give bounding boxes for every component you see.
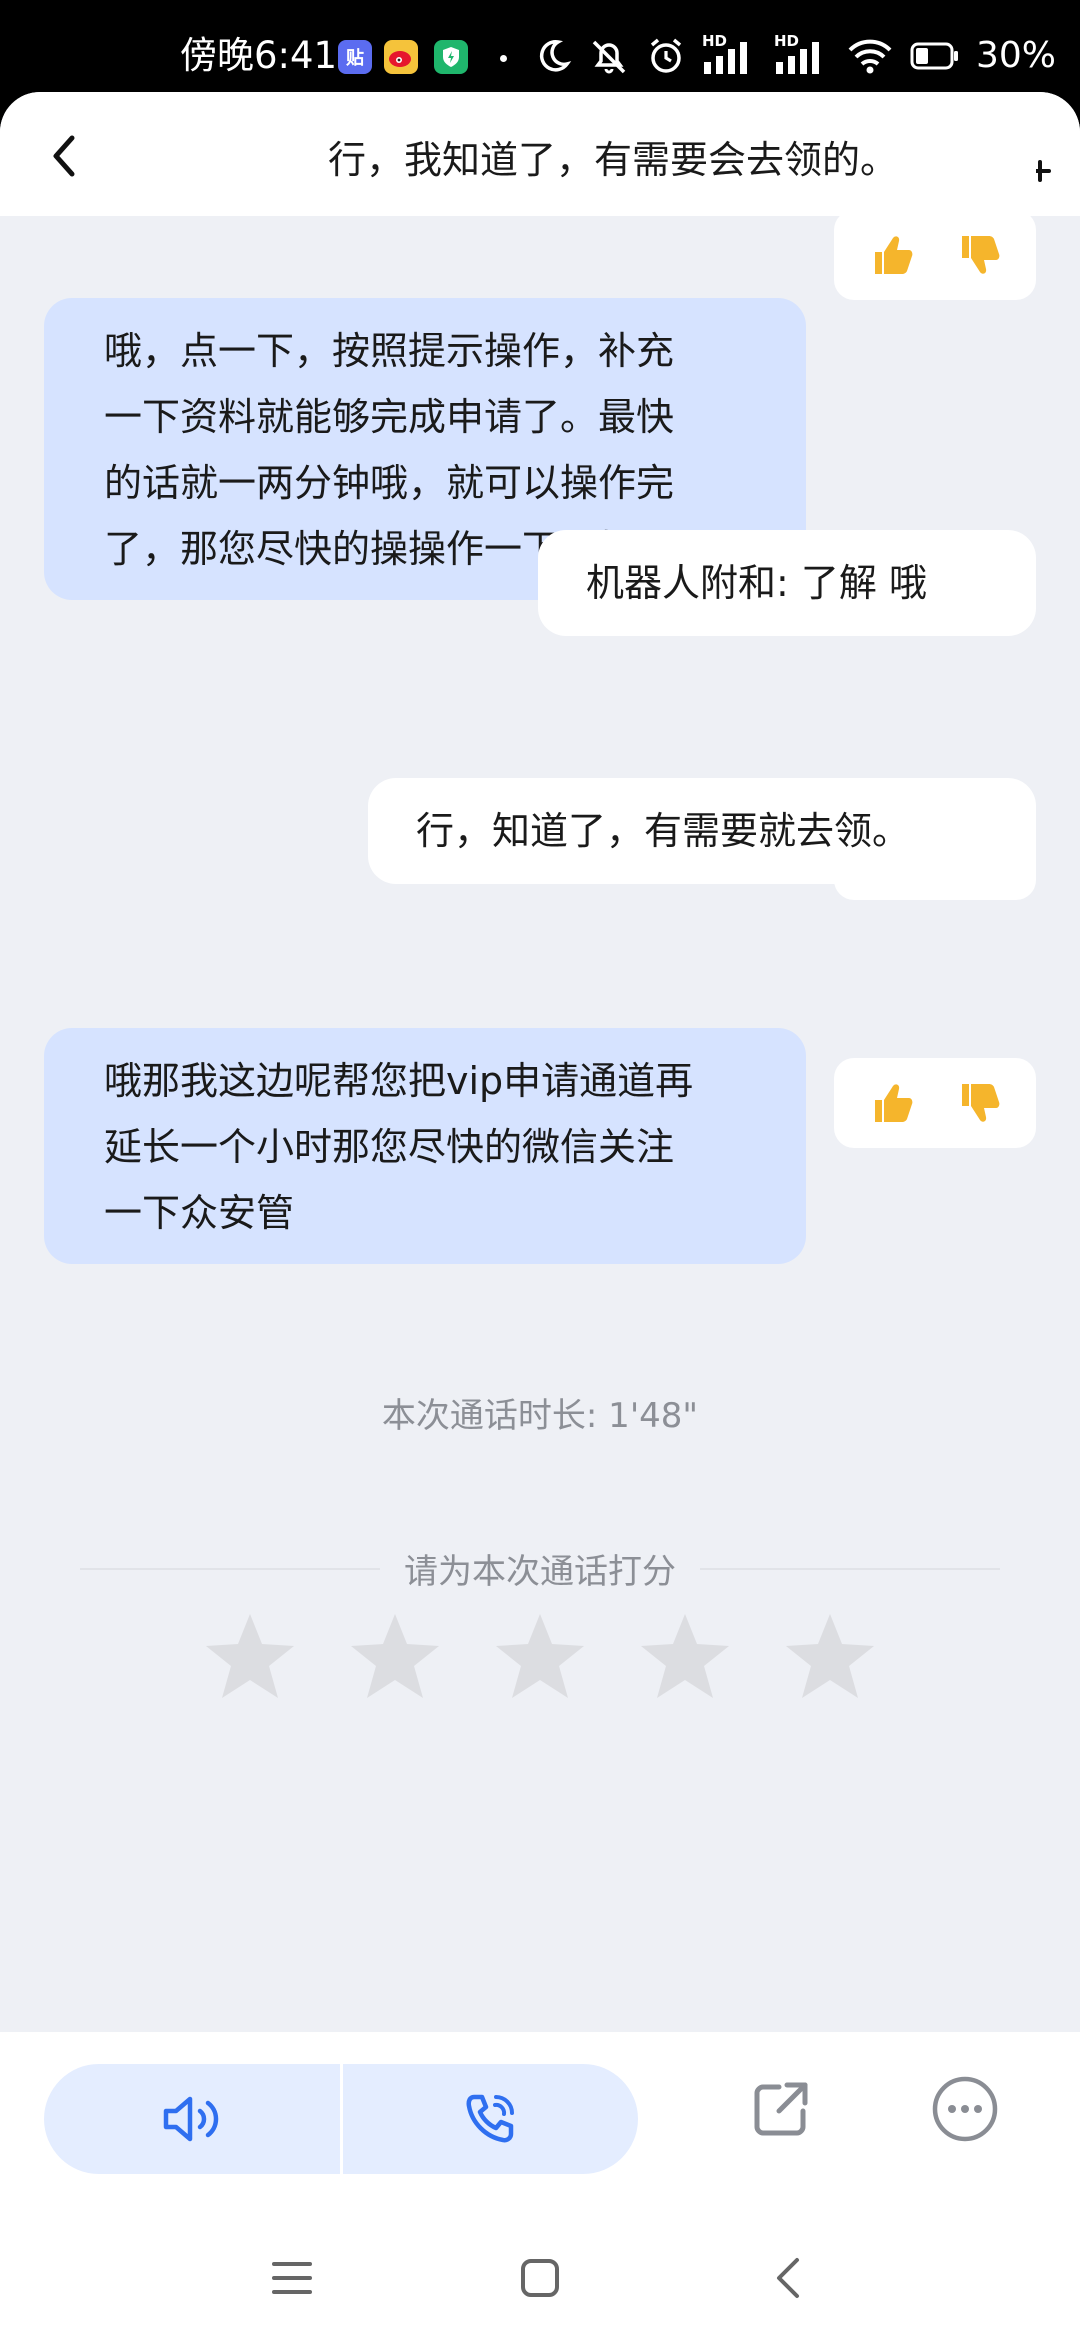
alarm-icon [650,38,682,73]
phone-call-icon [466,2094,515,2143]
mute-bell-icon [592,40,626,74]
rating-prompt-row: 请为本次通话打分 [80,1544,1000,1593]
divider [700,1567,1000,1570]
thumbs-down-icon [961,236,999,274]
battery-level: 30% [975,35,1056,76]
message-bubble-right: 行，我知道了，有需要会去领的。 [280,118,1036,202]
message-text: 行，我知道了，有需要会去领的。 [328,138,899,182]
tieba-badge-label: 贴 [346,48,364,69]
notification-dot-icon [500,55,507,62]
message-bubble-right: 行，知道了，有需要就去领。 [368,778,1036,884]
thumbs-down-icon [961,1084,999,1122]
thumbs-up-button[interactable] [864,227,920,283]
message-feedback [834,210,1036,300]
star-2-button[interactable] [345,1608,445,1708]
back-triangle-icon [777,2258,799,2298]
message-line: 一下资料就能够完成申请了。最快 [104,395,675,439]
message-line: 哦，点一下，按照提示操作，补充 [104,329,675,373]
star-5-button[interactable] [780,1608,880,1708]
message-text: 机器人附和: 了解 哦 [586,561,927,605]
system-nav-bar [0,2220,1080,2340]
star-rating [200,1608,880,1708]
message-feedback [834,1058,1036,1148]
thumbs-up-icon [874,1084,912,1122]
call-transcript-panel: 07582570544 行，我知道了，有需要会去领的。 哦，点一下，按照提示操作… [0,92,1080,2340]
screen: 傍晚6:41 贴 HD HD 30% 行，我知道了，有需要会去领的。 哦，点一下… [0,0,1080,2340]
status-right-icons: HD HD 30% [534,32,1056,78]
security-app-icon [434,40,468,74]
call-duration: 本次通话时长: 1'48" [381,1396,699,1436]
more-options-button[interactable] [928,2072,1002,2146]
share-external-icon [754,2082,808,2136]
wifi-icon [848,39,892,74]
message-bubble-left: 哦那我这边呢帮您把vip申请通道再 延长一个小时那您尽快的微信关注 一下众安管 [44,1028,806,1264]
weibo-app-icon [384,40,418,74]
speaker-button[interactable] [44,2064,340,2174]
back-nav-button[interactable] [758,2248,818,2308]
moon-icon [539,40,572,72]
menu-icon [272,2262,312,2294]
thumbs-up-icon [874,236,912,274]
thumbs-up-button[interactable] [864,1075,920,1131]
home-square-icon [521,2259,559,2297]
home-nav-button[interactable] [510,2248,570,2308]
rating-prompt: 请为本次通话打分 [404,1552,676,1592]
divider [80,1567,380,1570]
message-bubble-right: 机器人附和: 了解 哦 [538,530,1036,636]
message-text: 行，知道了，有需要就去领。 [416,809,911,853]
call-controls [44,2064,638,2174]
hd-signal-1-icon: HD [702,32,758,76]
message-line: 哦那我这边呢帮您把vip申请通道再 [104,1059,694,1103]
message-line: 延长一个小时那您尽快的微信关注 [104,1125,675,1169]
call-back-button[interactable] [343,2064,639,2174]
status-time: 傍晚6:41 [180,34,338,77]
status-bar: 傍晚6:41 贴 HD HD 30% [0,0,1080,100]
menu-nav-button[interactable] [262,2248,322,2308]
star-1-button[interactable] [200,1608,300,1708]
thumbs-down-button[interactable] [951,227,1007,283]
thumbs-down-button[interactable] [951,1075,1007,1131]
message-line: 一下众安管 [104,1191,295,1235]
share-button[interactable] [744,2072,818,2146]
hd-signal-2-icon: HD [774,32,830,76]
star-3-button[interactable] [490,1608,590,1708]
battery-icon [910,42,958,70]
message-line: 的话就一两分钟哦，就可以操作完 [104,461,675,505]
more-dots-icon [932,2076,998,2142]
tieba-app-icon: 贴 [338,40,372,74]
speaker-icon [163,2096,218,2142]
star-4-button[interactable] [635,1608,735,1708]
